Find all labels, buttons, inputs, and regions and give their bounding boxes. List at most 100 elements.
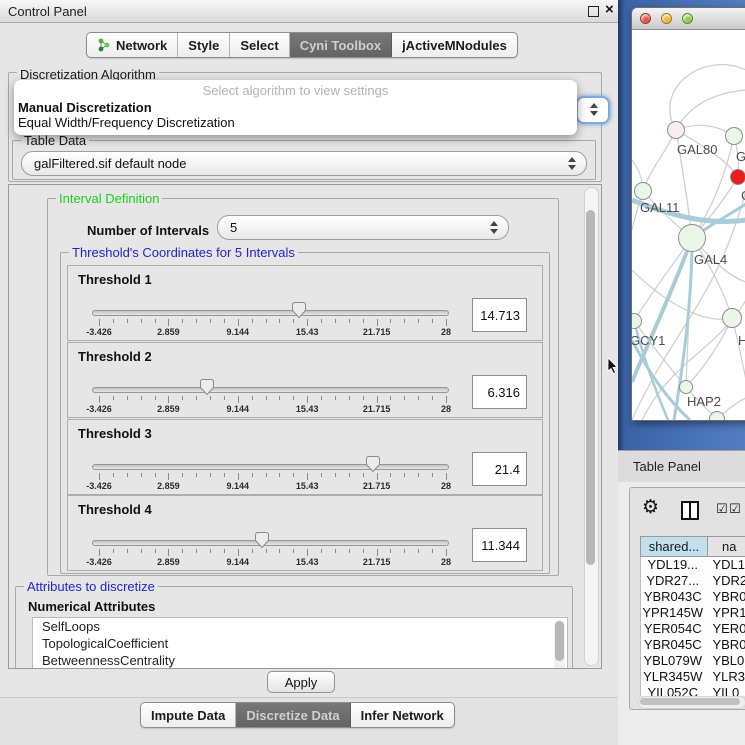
tab-discretize-data[interactable]: Discretize Data [236,703,350,727]
column-header-shared-name[interactable]: shared... [640,536,708,557]
tab-select[interactable]: Select [230,33,289,57]
cell-name: YLR3 [704,669,745,685]
table-row[interactable]: YIL052CYIL0 [641,685,745,696]
table-row[interactable]: YDL19...YDL1 [641,557,745,573]
slider-tick [182,319,183,323]
table-row[interactable]: YER054CYER0 [641,621,745,637]
control-panel-tabs: Network Style Select Cyni Toolbox jActiv… [86,32,518,58]
checkbox-icon[interactable]: ☑ [716,501,728,517]
apply-button[interactable]: Apply [267,671,335,693]
tab-label: Network [116,38,167,53]
slider-tick [266,396,267,400]
columns-icon[interactable] [681,501,699,520]
slider-thumb[interactable] [365,455,381,473]
thresholds-group-title: Threshold's Coordinates for 5 Intervals [69,245,298,260]
slider-tick [141,473,142,477]
dropdown-option-equal-width-frequency[interactable]: Equal Width/Frequency Discretization [14,115,577,130]
slider-thumb[interactable] [199,378,215,396]
slider-thumb[interactable] [254,531,270,549]
zoom-traffic-light-icon[interactable] [682,13,693,24]
slider-tick [224,319,225,323]
tab-infer-network[interactable]: Infer Network [351,703,454,727]
slider-tick [127,396,128,400]
mouse-cursor [607,358,619,374]
slider-tick [321,549,322,553]
vertical-scrollbar[interactable] [584,187,599,666]
list-scrollbar-thumb[interactable] [555,621,564,661]
slider-tick-label: 28 [441,481,451,491]
tab-impute-data[interactable]: Impute Data [141,703,236,727]
network-node[interactable] [667,121,685,139]
slider-tick [446,396,447,403]
table-window: ⚙ ☑ ☑ shared... na YDL19...YDL1YDR27...Y… [629,487,745,710]
checkbox-icon[interactable]: ☑ [729,501,741,517]
slider-tick [196,549,197,553]
tab-label: jActiveMNodules [402,38,507,53]
attributes-group: Attributes to discretize Numerical Attri… [15,586,573,669]
slider-tick-label: 21.715 [363,481,391,491]
float-window-icon[interactable] [588,6,599,17]
table-row[interactable]: YDR27...YDR2 [641,573,745,589]
slider-tick [377,396,378,403]
list-scrollbar[interactable] [554,620,565,669]
network-node[interactable] [678,224,706,252]
dropdown-option-manual-discretization[interactable]: Manual Discretization [14,100,577,115]
attribute-list-item[interactable]: TopologicalCoefficient [33,635,567,652]
slider-tick-label: 21.715 [363,404,391,414]
slider-thumb[interactable] [291,301,307,319]
window-title: Control Panel [8,4,87,19]
network-canvas[interactable]: GAL80GACGAL11GAL4GCY1HHAP2 [632,30,745,420]
numerical-attributes-list[interactable]: SelfLoopsTopologicalCoefficientBetweenne… [32,617,568,669]
network-node[interactable] [634,182,652,200]
minimize-traffic-light-icon[interactable] [661,13,672,24]
close-icon[interactable]: × [605,1,614,18]
slider-tick [99,396,100,403]
network-node[interactable] [722,308,742,328]
table-row[interactable]: YBR043CYBR0 [641,589,745,605]
threshold-value-field[interactable] [472,375,527,409]
network-node-label: GA [736,149,745,164]
table-data-combobox[interactable]: galFiltered.sif default node [21,151,587,176]
slider-tick-label: 28 [441,327,451,337]
slider-tick [168,319,169,326]
attribute-list-item[interactable]: BetweennessCentrality [33,652,567,669]
network-nodes-layer: GAL80GACGAL11GAL4GCY1HHAP2 [632,30,745,420]
threshold-value-field[interactable] [472,528,527,562]
threshold-value-field[interactable] [472,298,527,332]
tab-style[interactable]: Style [178,33,230,57]
slider-tick [432,473,433,477]
horizontal-scrollbar[interactable] [638,696,745,709]
threshold-value-field[interactable] [472,452,527,486]
cell-shared-name: YDL19... [641,557,704,573]
vertical-scrollbar-thumb[interactable] [586,210,595,565]
slider-tick [210,549,211,553]
tab-jactivemnodules[interactable]: jActiveMNodules [392,33,517,57]
tab-network[interactable]: Network [87,33,178,57]
algorithm-combobox[interactable] [576,96,610,124]
threshold-2-box: Threshold 2 -3.4262.8599.14415.4321.7152… [67,342,543,418]
settings-scroll-panel: Interval Definition Number of Intervals … [8,184,602,669]
slider-tick [210,473,211,477]
horizontal-scrollbar-thumb[interactable] [640,698,740,705]
tab-cyni-toolbox[interactable]: Cyni Toolbox [290,33,392,57]
network-node[interactable] [709,411,725,420]
network-node-label: GAL80 [677,142,717,157]
network-node[interactable] [725,127,743,145]
cell-shared-name: YIL052C [641,685,704,696]
settings-gear-icon[interactable]: ⚙ [642,496,659,519]
slider-tick [418,549,419,553]
table-row[interactable]: YBL079WYBL0 [641,653,745,669]
network-node[interactable] [730,169,745,185]
num-intervals-spinner[interactable]: 5 [217,215,509,240]
threshold-1-box: Threshold 1 -3.4262.8599.14415.4321.7152… [67,265,543,341]
attribute-list-item[interactable]: SelfLoops [33,618,567,635]
table-row[interactable]: YBR045CYBR0 [641,637,745,653]
column-header-name[interactable]: na [708,536,745,557]
slider-tick [363,473,364,477]
table-row[interactable]: YPR145WYPR1 [641,605,745,621]
network-node[interactable] [679,380,693,394]
slider-tick [266,549,267,553]
table-row[interactable]: YLR345WYLR3 [641,669,745,685]
network-node[interactable] [632,313,642,329]
close-traffic-light-icon[interactable] [640,13,651,24]
